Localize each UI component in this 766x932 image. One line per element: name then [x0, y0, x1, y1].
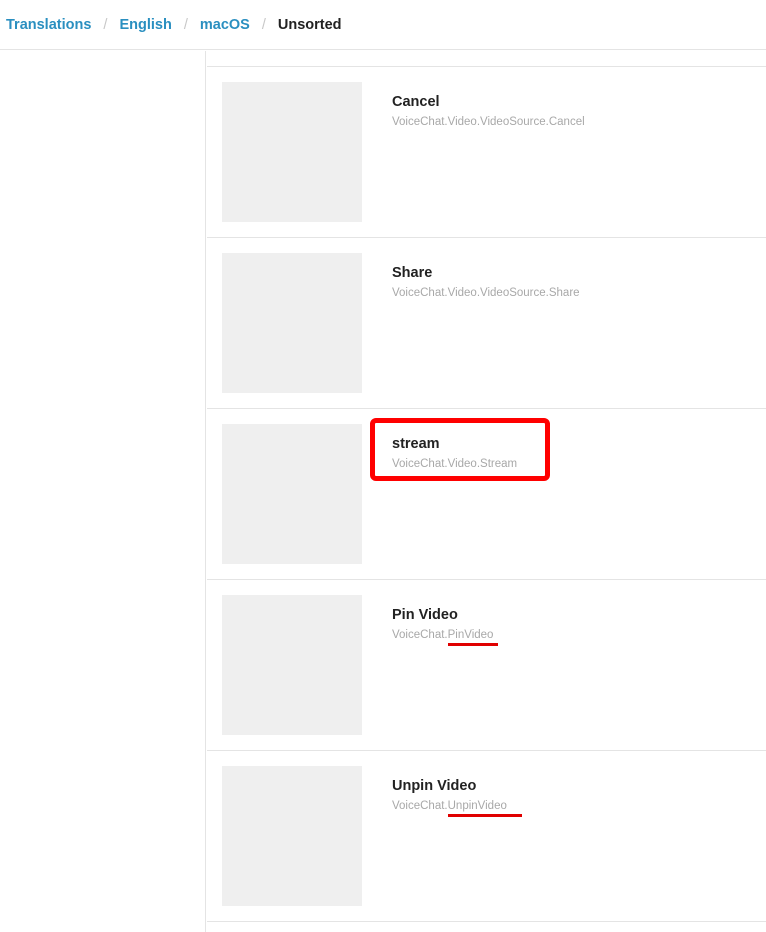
- underline-annotation: [448, 643, 498, 646]
- translation-row-share[interactable]: Share VoiceChat.Video.VideoSource.Share: [207, 238, 766, 409]
- highlight-annotation-box: [370, 418, 550, 481]
- translation-list: Cancel VoiceChat.Video.VideoSource.Cance…: [207, 51, 766, 932]
- screenshot-thumbnail[interactable]: [222, 766, 362, 906]
- breadcrumb-current: Unsorted: [277, 16, 342, 33]
- screenshot-thumbnail[interactable]: [222, 82, 362, 222]
- breadcrumb: Translations / English / macOS / Unsorte…: [0, 0, 766, 50]
- entry-title: Share: [392, 265, 433, 281]
- breadcrumb-separator: /: [103, 16, 108, 33]
- screenshot-thumbnail[interactable]: [222, 253, 362, 393]
- translation-row-cancel[interactable]: Cancel VoiceChat.Video.VideoSource.Cance…: [207, 67, 766, 238]
- breadcrumb-english-link[interactable]: English: [119, 17, 171, 33]
- breadcrumb-translations-link[interactable]: Translations: [6, 17, 91, 33]
- breadcrumb-separator: /: [261, 16, 266, 33]
- sidebar: [0, 51, 206, 932]
- entry-key: VoiceChat.PinVideo: [392, 629, 494, 641]
- entry-title: Pin Video: [392, 607, 458, 623]
- translation-row-unpin-video[interactable]: Unpin Video VoiceChat.UnpinVideo: [207, 751, 766, 922]
- breadcrumb-macos-link[interactable]: macOS: [200, 17, 250, 33]
- breadcrumb-separator: /: [183, 16, 188, 33]
- entry-key: VoiceChat.Video.VideoSource.Cancel: [392, 116, 585, 128]
- screenshot-thumbnail[interactable]: [222, 424, 362, 564]
- screenshot-thumbnail[interactable]: [222, 595, 362, 735]
- entry-key: VoiceChat.Video.VideoSource.Share: [392, 287, 580, 299]
- underline-annotation: [448, 814, 522, 817]
- translation-row-stream[interactable]: stream VoiceChat.Video.Stream: [207, 409, 766, 580]
- entry-title: Cancel: [392, 94, 440, 110]
- translation-row-pin-video[interactable]: Pin Video VoiceChat.PinVideo: [207, 580, 766, 751]
- entry-key: VoiceChat.UnpinVideo: [392, 800, 507, 812]
- entry-title: Unpin Video: [392, 778, 477, 794]
